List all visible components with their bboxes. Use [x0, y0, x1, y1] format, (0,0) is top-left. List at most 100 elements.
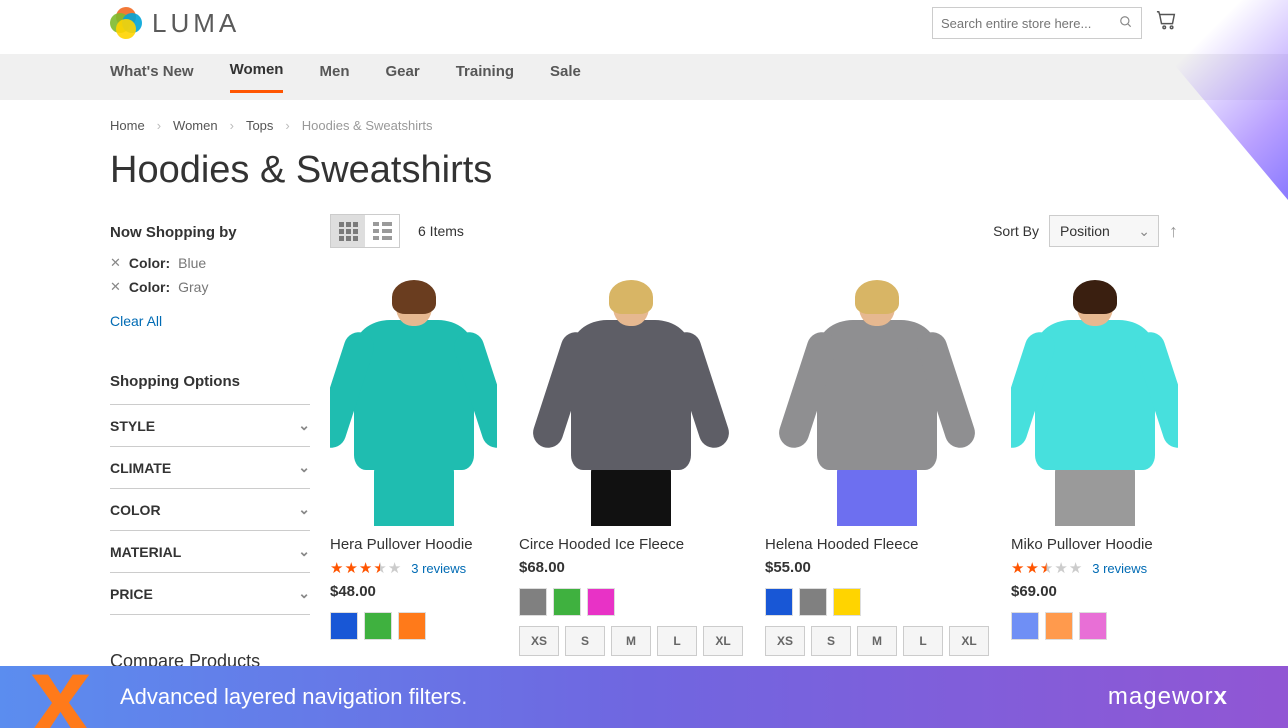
search-box[interactable]	[932, 7, 1142, 39]
remove-filter-icon[interactable]: ✕	[110, 279, 121, 295]
product-name[interactable]: Miko Pullover Hoodie	[1011, 536, 1178, 553]
product-name[interactable]: Circe Hooded Ice Fleece	[519, 536, 743, 553]
color-swatch[interactable]	[398, 612, 426, 640]
product-card[interactable]: Helena Hooded Fleece$55.00XSSMLXL	[765, 276, 989, 656]
product-price: $68.00	[519, 559, 743, 576]
size-option[interactable]: XS	[519, 626, 559, 656]
clear-all-link[interactable]: Clear All	[110, 313, 162, 329]
color-swatch[interactable]	[587, 588, 615, 616]
filter-option-material[interactable]: MATERIAL⌄	[110, 530, 310, 572]
sort-direction-button[interactable]: ↑	[1169, 221, 1178, 242]
main: 6 Items Sort By Position ⌄ ↑ Hera Pullov…	[330, 214, 1178, 702]
promo-banner: x Advanced layered navigation filters. m…	[0, 666, 1288, 728]
filter-value: Gray	[178, 279, 208, 295]
color-swatch[interactable]	[1045, 612, 1073, 640]
filter-option-price[interactable]: PRICE⌄	[110, 572, 310, 615]
sidebar: Now Shopping by ✕ Color: Blue ✕Color:Gray C…	[110, 214, 330, 702]
color-swatch[interactable]	[833, 588, 861, 616]
size-option[interactable]: XL	[949, 626, 989, 656]
size-option[interactable]: S	[811, 626, 851, 656]
chevron-down-icon: ⌄	[1138, 223, 1150, 240]
reviews-link[interactable]: 3 reviews	[411, 561, 466, 576]
color-swatch[interactable]	[553, 588, 581, 616]
grid-icon	[339, 222, 358, 241]
list-view-button[interactable]	[365, 215, 399, 247]
product-image[interactable]	[765, 276, 989, 526]
color-swatches	[330, 612, 497, 640]
item-count: 6 Items	[418, 223, 464, 239]
rating-row: ★★★★★ 3 reviews	[330, 559, 497, 577]
view-modes	[330, 214, 400, 248]
color-swatch[interactable]	[765, 588, 793, 616]
filter-option-style[interactable]: STYLE⌄	[110, 404, 310, 446]
banner-text: Advanced layered navigation filters.	[120, 684, 467, 710]
search-input[interactable]	[941, 16, 1119, 31]
product-card[interactable]: Hera Pullover Hoodie ★★★★★ 3 reviews $48.00	[330, 276, 497, 656]
size-option[interactable]: M	[611, 626, 651, 656]
nav-gear[interactable]: Gear	[385, 63, 419, 92]
filter-option-climate[interactable]: CLIMATE⌄	[110, 446, 310, 488]
product-image[interactable]	[519, 276, 743, 526]
reviews-link[interactable]: 3 reviews	[1092, 561, 1147, 576]
nav-men[interactable]: Men	[319, 63, 349, 92]
breadcrumb: Home›Women›Tops›Hoodies & Sweatshirts	[0, 100, 1288, 141]
product-image[interactable]	[330, 276, 497, 526]
now-shopping-by-title: Now Shopping by	[110, 224, 310, 241]
search-icon[interactable]	[1119, 15, 1133, 32]
size-option[interactable]: XS	[765, 626, 805, 656]
top-nav: What's New Women Men Gear Training Sale	[0, 54, 1288, 100]
color-swatch[interactable]	[1079, 612, 1107, 640]
toolbar: 6 Items Sort By Position ⌄ ↑	[330, 214, 1178, 248]
nav-sale[interactable]: Sale	[550, 63, 581, 92]
product-card[interactable]: Circe Hooded Ice Fleece $68.00 XSSMLXL	[519, 276, 743, 656]
chevron-right-icon: ›	[285, 118, 289, 133]
filter-option-label: COLOR	[110, 502, 161, 518]
filter-value: Blue	[178, 255, 206, 271]
product-name[interactable]: Hera Pullover Hoodie	[330, 536, 497, 553]
chevron-down-icon: ⌄	[298, 585, 310, 602]
filter-label: Color:	[129, 255, 170, 271]
rating-row: ★★★★★ 3 reviews	[1011, 559, 1178, 577]
color-swatch[interactable]	[364, 612, 392, 640]
stars-icon: ★★★★★	[1011, 559, 1082, 577]
brand-logo[interactable]: LUMA	[110, 7, 240, 39]
nav-women[interactable]: Women	[230, 61, 284, 93]
size-option[interactable]: M	[857, 626, 897, 656]
filter-option-label: MATERIAL	[110, 544, 181, 560]
nav-what-s-new[interactable]: What's New	[110, 63, 194, 92]
size-option[interactable]: L	[657, 626, 697, 656]
brand-name: LUMA	[152, 8, 240, 39]
product-grid: Hera Pullover Hoodie ★★★★★ 3 reviews $48.00…	[330, 276, 1178, 656]
cart-icon[interactable]	[1156, 9, 1178, 37]
breadcrumb-link[interactable]: Tops	[246, 118, 273, 133]
color-swatches	[765, 588, 989, 616]
logo-icon	[110, 7, 142, 39]
grid-view-button[interactable]	[331, 215, 365, 247]
size-option[interactable]: XL	[703, 626, 743, 656]
color-swatch[interactable]	[519, 588, 547, 616]
filter-option-color[interactable]: COLOR ⌄	[110, 488, 310, 530]
color-swatch[interactable]	[1011, 612, 1039, 640]
product-card[interactable]: Miko Pullover Hoodie ★★★★★ 3 reviews $69.00	[1011, 276, 1178, 656]
active-filter: ✕Color:Gray	[110, 279, 310, 295]
filter-option-label: CLIMATE	[110, 460, 171, 476]
chevron-right-icon: ›	[230, 118, 234, 133]
product-name[interactable]: Helena Hooded Fleece	[765, 536, 989, 553]
size-option[interactable]: L	[903, 626, 943, 656]
list-icon	[373, 222, 392, 240]
stars-icon: ★★★★★	[330, 559, 401, 577]
breadcrumb-link[interactable]: Women	[173, 118, 218, 133]
sort-by-label: Sort By	[993, 223, 1039, 239]
product-image[interactable]	[1011, 276, 1178, 526]
product-price: $69.00	[1011, 583, 1178, 600]
sort-by-select[interactable]: Position ⌄	[1049, 215, 1159, 247]
color-swatches	[519, 588, 743, 616]
product-price: $48.00	[330, 583, 497, 600]
breadcrumb-link[interactable]: Home	[110, 118, 145, 133]
color-swatch[interactable]	[799, 588, 827, 616]
size-option[interactable]: S	[565, 626, 605, 656]
nav-training[interactable]: Training	[456, 63, 514, 92]
remove-filter-icon[interactable]: ✕	[110, 255, 121, 271]
color-swatch[interactable]	[330, 612, 358, 640]
chevron-down-icon: ⌄	[298, 501, 310, 518]
